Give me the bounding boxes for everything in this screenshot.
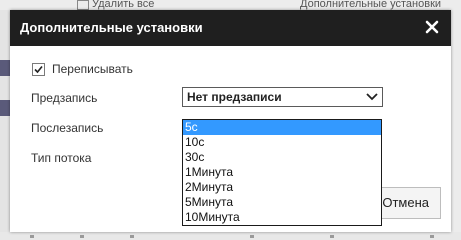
background-dot [250,235,254,238]
postrecord-option[interactable]: 5Минута [183,195,381,210]
background-delete-all-label: Удалить все [92,0,155,10]
close-icon [425,20,439,34]
background-block [0,100,10,116]
postrecord-option[interactable]: 30с [183,150,381,165]
background-dot [80,235,84,238]
background-bottom-strip [0,232,461,240]
stream-type-label: Тип потока [31,151,92,165]
advanced-settings-dialog: Дополнительные установки Переписывать Пр… [10,10,451,232]
postrecord-option[interactable]: 5с [183,120,381,135]
background-delete-all-button[interactable]: Удалить все [77,0,154,10]
postrecord-option[interactable]: 10с [183,135,381,150]
overwrite-label: Переписывать [52,62,133,76]
background-dot [130,235,134,238]
background-dot [330,235,334,238]
delete-icon [77,0,89,10]
checkmark-icon [34,65,43,74]
postrecord-option[interactable]: 1Минута [183,165,381,180]
background-right-strip [451,10,461,240]
dialog-title: Дополнительные установки [20,20,203,35]
postrecord-label: Послезапись [31,121,104,135]
chevron-down-icon [366,93,378,101]
prerecord-value: Нет предзаписи [187,90,282,104]
dialog-header: Дополнительные установки [10,10,451,46]
postrecord-dropdown-list: 5с 10с 30с 1Минута 2Минута 5Минута 10Минута [182,119,382,226]
close-button[interactable] [421,16,443,38]
overwrite-checkbox[interactable] [32,63,45,76]
background-left-strip [0,10,10,240]
prerecord-select[interactable]: Нет предзаписи [182,87,383,107]
prerecord-label: Предзапись [31,91,98,105]
postrecord-option[interactable]: 10Минута [183,210,381,225]
background-block [0,60,10,76]
background-advanced-settings-link[interactable]: Дополнительные установки [300,0,441,10]
background-dot [30,235,34,238]
background-dot [430,235,434,238]
postrecord-option[interactable]: 2Минута [183,180,381,195]
